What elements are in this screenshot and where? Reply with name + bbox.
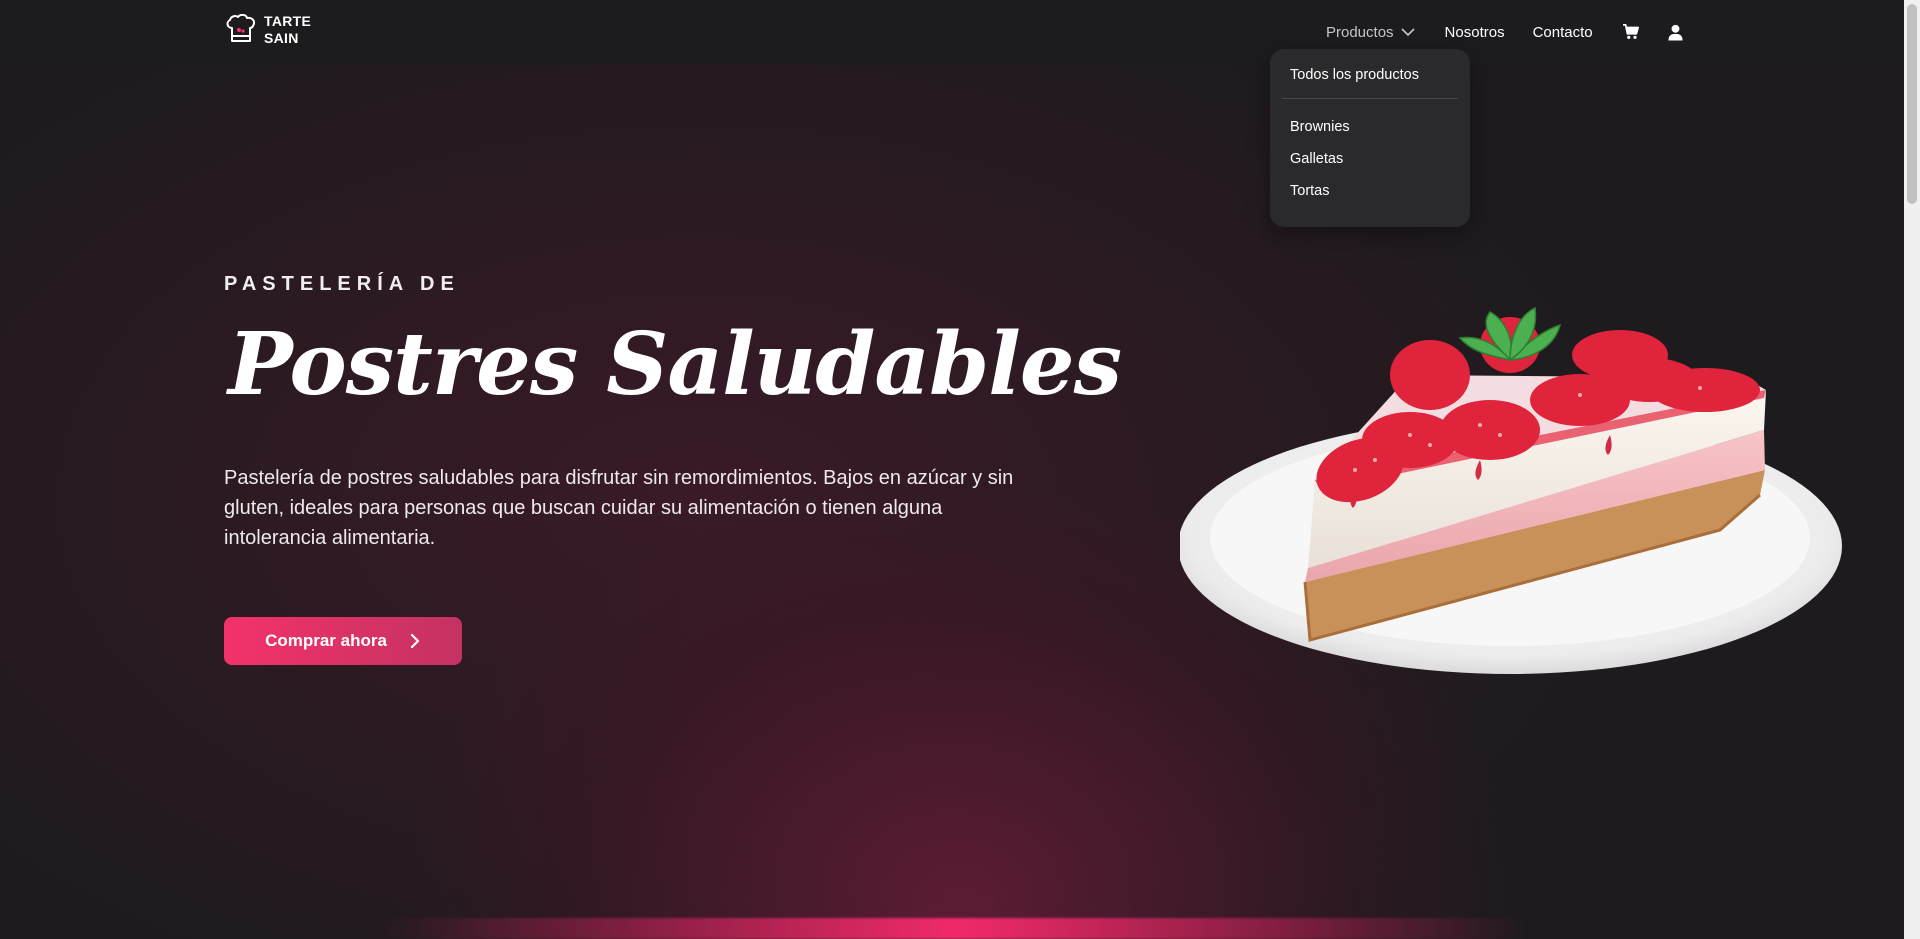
brand-name: TARTE SAIN <box>264 13 324 47</box>
dropdown-item-tortas[interactable]: Tortas <box>1270 175 1470 207</box>
nav-products[interactable]: Productos <box>1326 24 1415 41</box>
cart-icon[interactable] <box>1621 22 1641 42</box>
nav-products-label: Productos <box>1326 23 1394 41</box>
chevron-down-icon <box>1400 28 1415 37</box>
dropdown-item-galletas[interactable]: Galletas <box>1270 143 1470 175</box>
nav-about[interactable]: Nosotros <box>1445 24 1505 41</box>
bottom-accent-glow <box>380 918 1530 939</box>
hero-eyebrow: PASTELERÍA DE <box>224 273 460 295</box>
navbar: TARTE SAIN Productos Nosotros Contacto <box>0 0 1904 64</box>
buy-now-button[interactable]: Comprar ahora <box>224 617 462 665</box>
dropdown-item-all-products[interactable]: Todos los productos <box>1270 67 1470 91</box>
brand-line-2: SAIN <box>264 30 299 46</box>
user-icon[interactable] <box>1666 22 1686 42</box>
hero-title: Postres Saludables <box>228 314 1122 415</box>
buy-now-label: Comprar ahora <box>265 631 387 650</box>
cheesecake-image <box>1178 300 1860 690</box>
dropdown-divider <box>1282 98 1458 99</box>
nav-contact[interactable]: Contacto <box>1533 24 1593 41</box>
main-nav: Productos Nosotros Contacto <box>1326 22 1686 42</box>
chevron-right-icon <box>410 633 420 649</box>
products-dropdown-menu: Todos los productos Brownies Galletas To… <box>1270 49 1470 227</box>
hero-description: Pastelería de postres saludables para di… <box>224 467 1014 549</box>
dropdown-item-brownies[interactable]: Brownies <box>1270 111 1470 143</box>
scrollbar-thumb[interactable] <box>1907 4 1917 204</box>
brand-line-1: TARTE <box>264 13 312 29</box>
chef-hat-icon <box>226 14 256 42</box>
brand-logo[interactable]: TARTE SAIN <box>224 13 324 47</box>
scrollbar[interactable] <box>1904 0 1920 939</box>
